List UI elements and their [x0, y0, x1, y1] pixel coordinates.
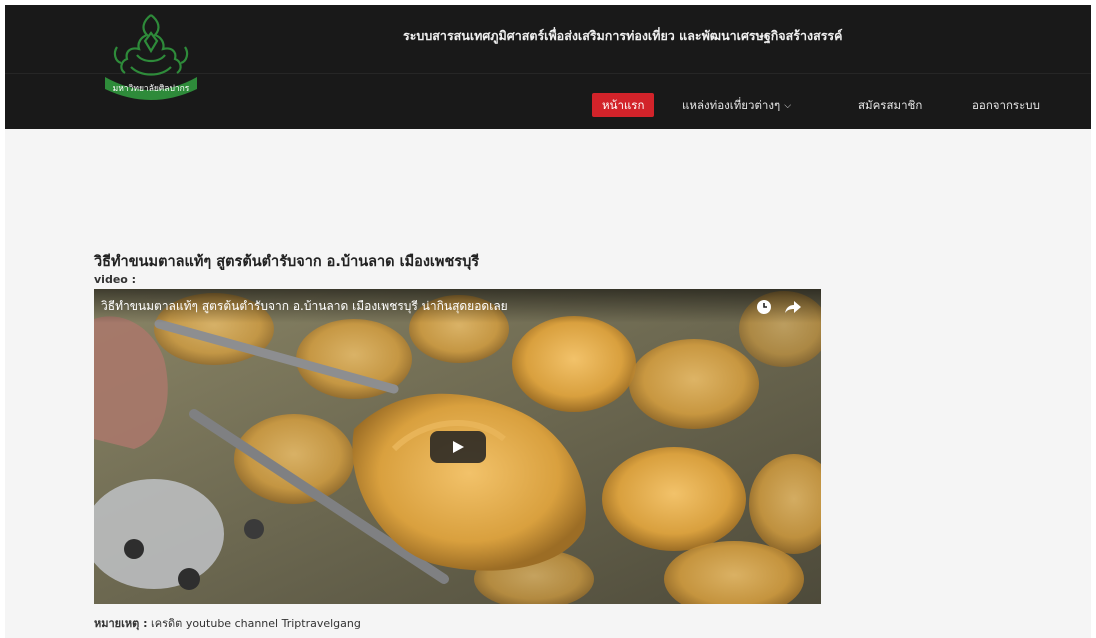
note-label: หมายเหตุ : — [94, 617, 148, 630]
main-nav: หน้าแรก แหล่งท่องเที่ยวต่างๆ ⌵ สมัครสมาชิ… — [5, 93, 1091, 117]
video-title[interactable]: วิธีทำขนมตาลแท้ๆ สูตรต้นตำรับจาก อ.บ้านล… — [101, 297, 508, 316]
note-text: เครดิต youtube channel Triptravelgang — [147, 617, 361, 630]
clock-icon[interactable] — [756, 299, 772, 315]
nav-home-button[interactable]: หน้าแรก — [592, 93, 655, 117]
site-header: มหาวิทยาลัยศิลปากร ระบบสารสนเทศภูมิศาสตร… — [5, 5, 1091, 129]
share-icon[interactable] — [784, 299, 802, 315]
main-content: วิธีทำขนมตาลแท้ๆ สูตรต้นตำรับจาก อ.บ้านล… — [5, 129, 1091, 638]
credit-note: หมายเหตุ : เครดิต youtube channel Triptr… — [94, 614, 361, 632]
play-icon — [453, 441, 464, 453]
youtube-video-player[interactable]: วิธีทำขนมตาลแท้ๆ สูตรต้นตำรับจาก อ.บ้านล… — [94, 289, 821, 604]
site-title: ระบบสารสนเทศภูมิศาสตร์เพื่อส่งเสริมการท่… — [403, 28, 843, 43]
video-label: video : — [94, 273, 137, 286]
chevron-down-icon: ⌵ — [784, 101, 792, 111]
nav-attractions-label: แหล่งท่องเที่ยวต่างๆ — [682, 98, 781, 112]
university-seal-icon[interactable]: มหาวิทยาลัยศิลปากร — [97, 11, 205, 101]
nav-logout-link[interactable]: ออกจากระบบ — [972, 93, 1040, 117]
play-button[interactable] — [430, 431, 486, 463]
nav-register-link[interactable]: สมัครสมาชิก — [858, 93, 922, 117]
nav-attractions-dropdown[interactable]: แหล่งท่องเที่ยวต่างๆ ⌵ — [682, 93, 791, 117]
article-title: วิธีทำขนมตาลแท้ๆ สูตรต้นตำรับจาก อ.บ้านล… — [94, 254, 480, 270]
